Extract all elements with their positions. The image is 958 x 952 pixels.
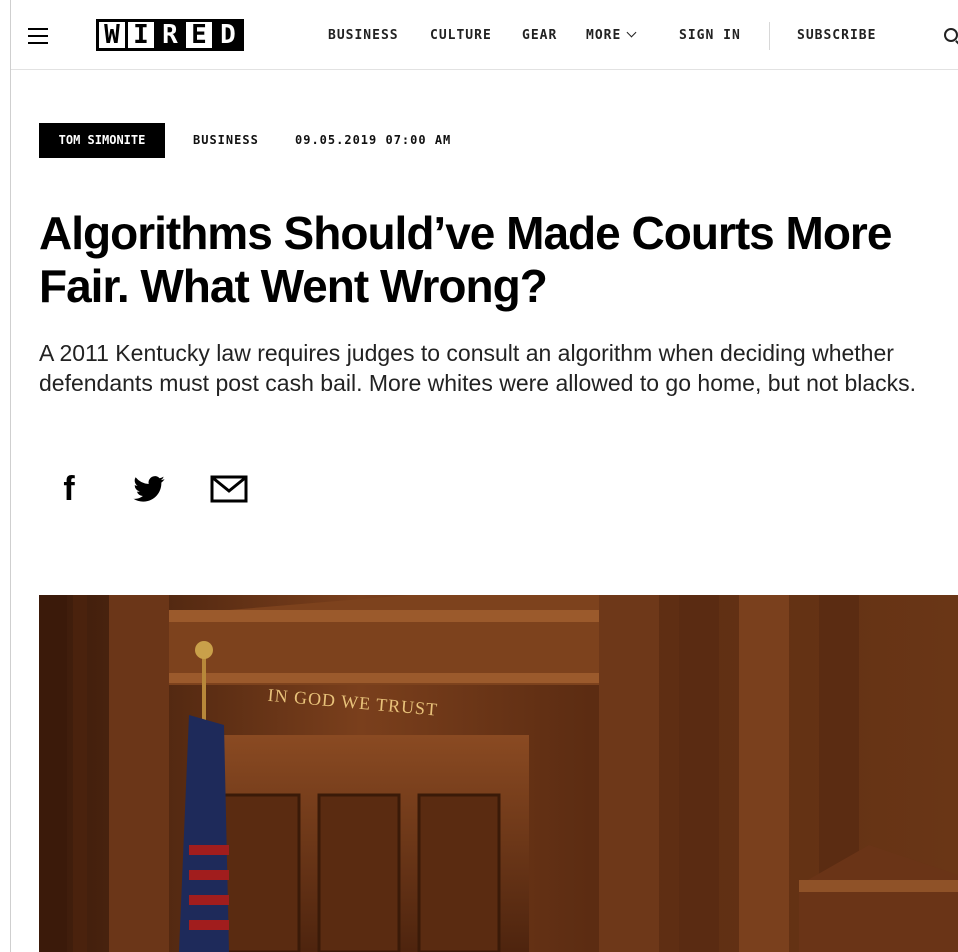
logo-letter: D <box>212 19 244 51</box>
email-icon[interactable] <box>209 470 249 508</box>
twitter-icon[interactable] <box>132 470 166 508</box>
facebook-icon[interactable]: f <box>58 470 80 508</box>
author-badge[interactable]: TOM SIMONITE <box>39 123 165 158</box>
logo-letter: W <box>96 19 128 51</box>
logo-letter: I <box>125 19 157 51</box>
search-icon[interactable] <box>944 28 958 42</box>
logo-letter: E <box>183 19 215 51</box>
publish-date: 09.05.2019 07:00 AM <box>295 133 452 147</box>
nav-divider <box>769 22 770 50</box>
site-header: W I R E D BUSINESS CULTURE GEAR MORE SIG… <box>11 0 958 70</box>
logo-letter: R <box>154 19 186 51</box>
chevron-down-icon <box>626 27 637 38</box>
nav-more-label: MORE <box>586 28 622 43</box>
window-left-border <box>10 0 11 952</box>
nav-sign-in[interactable]: SIGN IN <box>679 28 741 43</box>
nav-business[interactable]: BUSINESS <box>328 28 399 43</box>
wired-logo[interactable]: W I R E D <box>96 19 244 51</box>
nav-subscribe[interactable]: SUBSCRIBE <box>797 28 876 43</box>
hamburger-icon[interactable] <box>28 28 48 44</box>
nav-culture[interactable]: CULTURE <box>430 28 492 43</box>
article-headline: Algorithms Should’ve Made Courts More Fa… <box>39 207 892 312</box>
nav-gear[interactable]: GEAR <box>522 28 557 43</box>
nav-more[interactable]: MORE <box>586 27 637 43</box>
hero-image: IN GOD WE TRUST <box>39 595 958 952</box>
article-dek: A 2011 Kentucky law requires judges to c… <box>39 340 917 396</box>
section-link[interactable]: BUSINESS <box>193 133 259 147</box>
